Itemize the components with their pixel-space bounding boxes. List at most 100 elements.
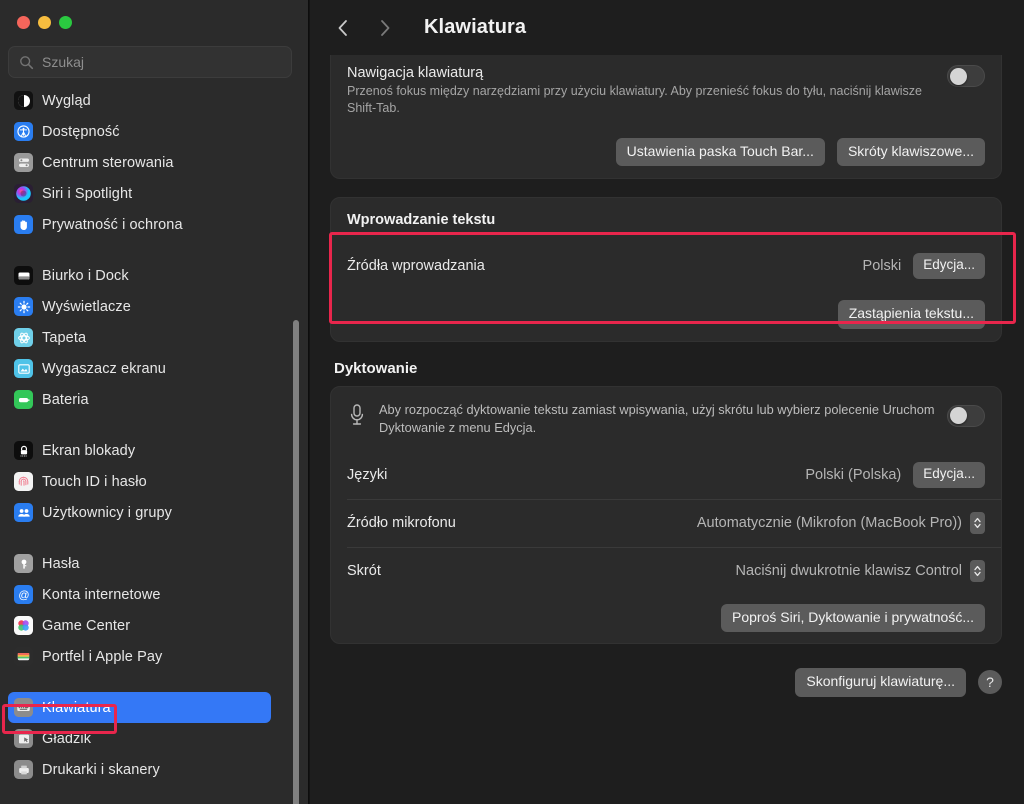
sidebar-item-label: Biurko i Dock — [42, 267, 129, 284]
sidebar-item-wygaszacz-ekranu[interactable]: Wygaszacz ekranu — [8, 353, 271, 384]
dictation-toggle[interactable] — [947, 404, 985, 427]
dictation-shortcut-row[interactable]: Skrót Naciśnij dwukrotnie klawisz Contro… — [331, 546, 1001, 595]
battery-icon — [14, 390, 33, 409]
main-content: Klawiatura Nawigacja klawiaturą Przenoś … — [310, 0, 1024, 804]
desktop-dock-icon — [14, 266, 33, 285]
sidebar-item-label: Wyświetlacze — [42, 298, 131, 315]
sidebar-item-klawiatura[interactable]: Klawiatura — [8, 692, 271, 723]
sidebar-item-hasla[interactable]: Hasła — [8, 548, 271, 579]
minimize-button[interactable] — [38, 16, 51, 29]
svg-text:@: @ — [18, 589, 29, 601]
privacy-hand-icon — [14, 215, 33, 234]
sidebar-item-gladzik[interactable]: Gładzik — [8, 723, 271, 754]
dictation-languages-edit-button[interactable]: Edycja... — [913, 461, 985, 488]
sidebar-item-portfel-i-apple-pay[interactable]: Portfel i Apple Pay — [8, 641, 271, 672]
sidebar-item-tapeta[interactable]: Tapeta — [8, 322, 271, 353]
sidebar-item-label: Touch ID i hasło — [42, 473, 147, 490]
keyboard-card-buttons: Ustawienia paska Touch Bar... Skróty kla… — [331, 129, 1001, 178]
trackpad-icon — [14, 729, 33, 748]
system-settings-window: Szukaj Wygląd Dostępność Centrum sterowa… — [0, 0, 1024, 804]
sidebar-item-game-center[interactable]: Game Center — [8, 610, 271, 641]
keyboard-icon — [14, 698, 33, 717]
keyboard-navigation-toggle[interactable] — [947, 65, 985, 87]
sidebar-item-label: Dostępność — [42, 123, 120, 140]
screensaver-icon — [14, 359, 33, 378]
sidebar-item-label: Wygląd — [42, 92, 91, 109]
help-button[interactable]: ? — [978, 670, 1002, 695]
siri-dictation-privacy-button[interactable]: Poproś Siri, Dyktowanie i prywatność... — [721, 603, 985, 633]
microphone-source-popup[interactable]: Automatycznie (Mikrofon (MacBook Pro)) — [696, 511, 985, 534]
sidebar-scrollbar[interactable] — [293, 320, 299, 804]
sidebar-group-3: Hasła @ Konta internetowe Game Center Po… — [0, 548, 309, 672]
toggle-knob — [950, 67, 967, 85]
dictation-shortcut-value: Naciśnij dwukrotnie klawisz Control — [735, 562, 962, 579]
settings-scroll-area: Nawigacja klawiaturą Przenoś fokus międz… — [310, 55, 1024, 804]
sidebar-item-prywatnosc-ochrona[interactable]: Prywatność i ochrona — [8, 209, 271, 240]
control-center-icon — [14, 153, 33, 172]
displays-icon — [14, 297, 33, 316]
input-sources-row: Źródła wprowadzania Polski Edycja... — [331, 242, 1001, 290]
dictation-languages-label: Języki — [347, 466, 388, 483]
sidebar-item-uzytkownicy-i-grupy[interactable]: Użytkownicy i grupy — [8, 497, 271, 528]
sidebar-item-label: Prywatność i ochrona — [42, 216, 183, 233]
dictation-description: Aby rozpocząć dyktowanie tekstu zamiast … — [379, 401, 935, 435]
close-button[interactable] — [17, 16, 30, 29]
sidebar-item-label: Tapeta — [42, 329, 87, 346]
window-controls — [0, 0, 309, 29]
keyboard-navigation-title: Nawigacja klawiaturą — [347, 65, 484, 81]
sidebar-item-bateria[interactable]: Bateria — [8, 384, 271, 415]
sidebar-item-label: Drukarki i skanery — [42, 761, 160, 778]
lock-screen-icon — [14, 441, 33, 460]
sidebar-item-drukarki-i-skanery[interactable]: Drukarki i skanery — [8, 754, 271, 785]
sidebar-item-wyswietlacze[interactable]: Wyświetlacze — [8, 291, 271, 322]
microphone-source-label: Źródło mikrofonu — [347, 514, 456, 531]
keyboard-shortcuts-button[interactable]: Skróty klawiszowe... — [836, 138, 985, 167]
touch-id-icon — [14, 472, 33, 491]
search-container: Szukaj — [0, 29, 309, 78]
search-placeholder: Szukaj — [42, 54, 85, 70]
forward-button[interactable] — [374, 15, 396, 41]
input-sources-edit-button[interactable]: Edycja... — [913, 253, 985, 280]
sidebar-item-dostepnosc[interactable]: Dostępność — [8, 116, 271, 147]
dictation-shortcut-popup[interactable]: Naciśnij dwukrotnie klawisz Control — [735, 559, 985, 582]
keyboard-navigation-description: Przenoś fokus między narzędziami przy uż… — [347, 84, 922, 115]
microphone-source-value: Automatycznie (Mikrofon (MacBook Pro)) — [696, 514, 962, 531]
sidebar-group-1: Biurko i Dock Wyświetlacze Tapeta Wygasz… — [0, 260, 309, 415]
setup-keyboard-button[interactable]: Skonfiguruj klawiaturę... — [795, 668, 966, 697]
sidebar-item-ekran-blokady[interactable]: Ekran blokady — [8, 435, 271, 466]
chevron-up-down-icon — [970, 559, 985, 582]
appearance-icon — [14, 91, 33, 110]
keyboard-navigation-row: Nawigacja klawiaturą Przenoś fokus międz… — [331, 55, 1001, 129]
sidebar-divider-1 — [0, 415, 309, 435]
passwords-key-icon — [14, 554, 33, 573]
page-title: Klawiatura — [424, 16, 527, 38]
sidebar: Szukaj Wygląd Dostępność Centrum sterowa… — [0, 0, 310, 804]
printers-scanners-icon — [14, 760, 33, 779]
sidebar-item-label: Klawiatura — [42, 699, 111, 716]
touch-bar-settings-button[interactable]: Ustawienia paska Touch Bar... — [615, 138, 825, 167]
chevron-right-icon — [381, 19, 390, 36]
keyboard-navigation-card: Nawigacja klawiaturą Przenoś fokus międz… — [330, 55, 1002, 180]
dictation-group-title: Dyktowanie — [334, 359, 418, 377]
wallpaper-icon — [14, 328, 33, 347]
sidebar-item-siri-spotlight[interactable]: Siri i Spotlight — [8, 178, 271, 209]
users-groups-icon — [14, 503, 33, 522]
search-field[interactable]: Szukaj — [8, 46, 292, 78]
microphone-source-row[interactable]: Źródło mikrofonu Automatycznie (Mikrofon… — [331, 498, 1001, 547]
dictation-card: Aby rozpocząć dyktowanie tekstu zamiast … — [330, 385, 1002, 645]
input-sources-value: Polski — [862, 258, 902, 275]
sidebar-item-centrum-sterowania[interactable]: Centrum sterowania — [8, 147, 271, 178]
sidebar-item-wyglad[interactable]: Wygląd — [8, 85, 271, 116]
dictation-shortcut-label: Skrót — [347, 562, 381, 579]
sidebar-item-label: Wygaszacz ekranu — [42, 360, 166, 377]
dictation-description-row: Aby rozpocząć dyktowanie tekstu zamiast … — [331, 387, 1001, 451]
internet-accounts-icon: @ — [14, 585, 33, 604]
sidebar-item-biurko-i-dock[interactable]: Biurko i Dock — [8, 260, 271, 291]
back-button[interactable] — [332, 15, 354, 41]
input-sources-label: Źródła wprowadzania — [347, 258, 485, 275]
text-replacements-button[interactable]: Zastąpienia tekstu... — [837, 300, 985, 329]
sidebar-item-konta-internetowe[interactable]: @ Konta internetowe — [8, 579, 271, 610]
sidebar-item-touch-id-i-haslo[interactable]: Touch ID i hasło — [8, 466, 271, 497]
microphone-icon — [347, 400, 367, 433]
zoom-button[interactable] — [59, 16, 72, 29]
